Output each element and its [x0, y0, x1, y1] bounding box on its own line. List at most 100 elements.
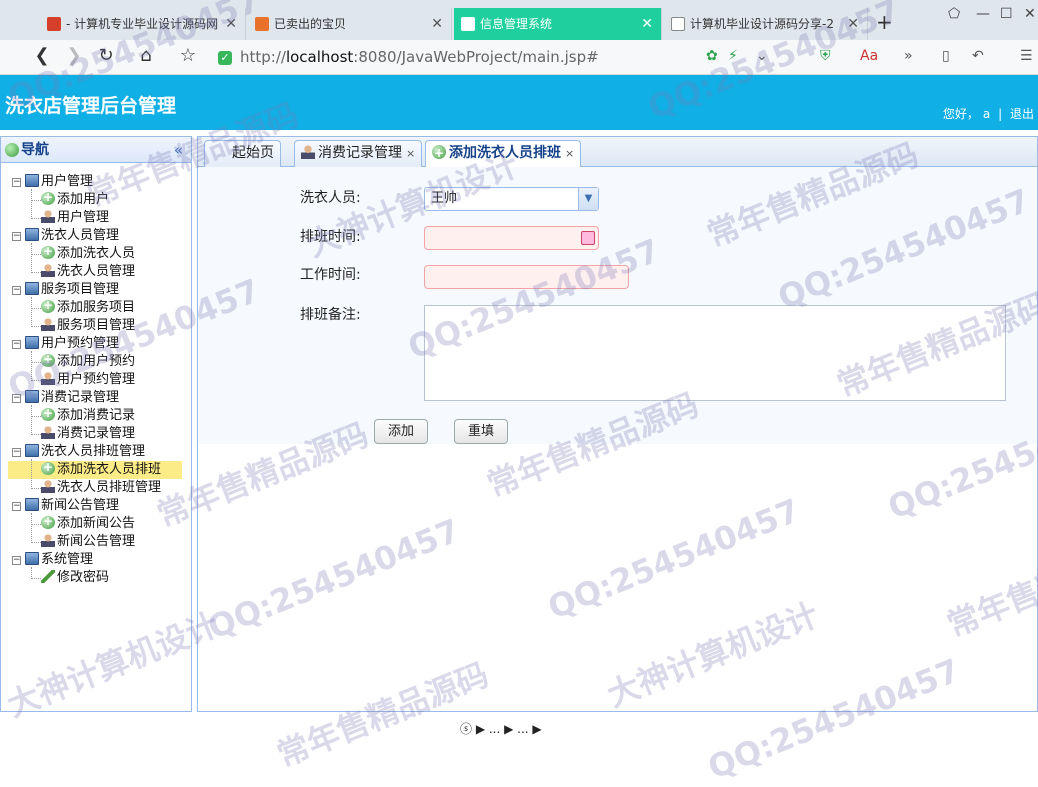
nav-group-label: 洗衣人员排班管理 [41, 444, 146, 459]
nav-item[interactable]: 添加洗衣人员 [41, 242, 135, 263]
tree-expander-icon[interactable]: − [12, 556, 21, 565]
nav-item[interactable]: 添加服务项目 [41, 296, 135, 317]
close-tab-icon[interactable]: ✕ [225, 8, 237, 40]
collapse-nav-button[interactable]: « [174, 137, 183, 163]
separator: | [998, 107, 1003, 121]
minimize-window-button[interactable]: — [976, 6, 990, 22]
url-field[interactable]: ✓ http://localhost:8080/JavaWebProject/ma… [218, 45, 708, 69]
tab-consumption-records[interactable]: 消费记录管理 × [294, 140, 423, 167]
tree-expander-icon[interactable]: − [12, 232, 21, 241]
url-scheme: http:// [240, 48, 286, 66]
add-icon [432, 141, 446, 166]
reading-mode-icon[interactable]: ▯ [942, 48, 950, 64]
nav-item[interactable]: 服务项目管理 [41, 317, 135, 335]
translate-icon[interactable]: Aa [860, 48, 878, 64]
add-button[interactable]: 添加 [374, 419, 428, 444]
maximize-window-button[interactable]: ☐ [1000, 6, 1013, 22]
calendar-icon[interactable] [581, 231, 595, 245]
close-tab-icon[interactable]: ✕ [847, 8, 859, 40]
browser-tab-title: 信息管理系统 [480, 17, 553, 31]
tree-connector [31, 243, 32, 273]
back-icon[interactable]: ❮ [30, 45, 54, 66]
laundry-staff-label: 洗衣人员: [300, 190, 361, 206]
close-tab-icon[interactable]: ✕ [431, 8, 443, 40]
laundry-staff-select[interactable]: 王帅 ▼ [424, 187, 599, 211]
dropdown-chevron-icon[interactable]: ⌄ [756, 48, 768, 64]
more-extensions-icon[interactable]: » [904, 48, 913, 64]
tab-add-schedule[interactable]: 添加洗衣人员排班 × [425, 140, 582, 168]
tree-connector [31, 567, 32, 579]
chevron-down-icon[interactable]: ▼ [578, 188, 598, 210]
browser-tab-1[interactable]: - 计算机专业毕业设计源码网 ✕ [40, 8, 246, 40]
extension-leaf-icon[interactable]: ✿ [706, 48, 718, 64]
tree-expander-icon[interactable]: − [12, 502, 21, 511]
nav-group[interactable]: 新闻公告管理 [25, 497, 119, 515]
extension-shield-icon[interactable]: ⛨ [820, 48, 831, 64]
bookmark-star-icon[interactable]: ☆ [176, 45, 200, 66]
tree-expander-icon[interactable]: − [12, 394, 21, 403]
nav-header: 导航 « [1, 137, 191, 163]
computer-icon [25, 498, 39, 511]
nav-item[interactable]: 用户预约管理 [41, 371, 135, 389]
tree-connector [31, 308, 41, 309]
forward-icon[interactable]: ❯ [62, 45, 86, 66]
nav-item[interactable]: 洗衣人员排班管理 [41, 479, 161, 497]
schedule-time-label: 排班时间: [300, 229, 361, 245]
lightning-icon[interactable]: ⚡ [728, 48, 738, 64]
tab-start-page[interactable]: 起始页 [204, 140, 281, 167]
nav-item[interactable]: 修改密码 [41, 569, 109, 587]
reset-button[interactable]: 重填 [454, 419, 508, 444]
nav-panel: 导航 « −用户管理添加用户用户管理−洗衣人员管理添加洗衣人员洗衣人员管理−服务… [0, 136, 192, 712]
nav-item[interactable]: 消费记录管理 [41, 425, 135, 443]
skin-icon[interactable]: ⬠ [948, 6, 960, 22]
nav-item[interactable]: 添加消费记录 [41, 404, 135, 425]
nav-item[interactable]: 添加新闻公告 [41, 512, 135, 533]
close-tab-icon[interactable]: ✕ [641, 8, 653, 40]
work-time-input[interactable] [424, 265, 629, 289]
nav-item[interactable]: 洗衣人员管理 [41, 263, 135, 281]
tree-connector [31, 513, 32, 543]
menu-icon[interactable]: ☰ [1020, 48, 1033, 64]
tab-label: 起始页 [232, 145, 274, 161]
browser-tab-4[interactable]: 计算机毕业设计源码分享-2 ✕ [664, 8, 868, 40]
close-window-button[interactable]: ✕ [1024, 6, 1036, 22]
nav-item[interactable]: 用户管理 [41, 209, 109, 227]
pen-icon [41, 570, 55, 583]
nav-group[interactable]: 系统管理 [25, 551, 93, 569]
schedule-time-input[interactable] [424, 226, 599, 250]
close-tab-icon[interactable]: × [565, 147, 574, 160]
logout-link[interactable]: 退出 [1010, 107, 1034, 121]
undo-icon[interactable]: ↶ [972, 48, 984, 64]
tree-connector [31, 434, 41, 435]
schedule-form: 洗衣人员: 王帅 ▼ 排班时间: 工作时间: 排班备注: 添加 重填 [198, 167, 1037, 444]
browser-tab-active[interactable]: 信息管理系统 ✕ [454, 8, 662, 40]
tree-expander-icon[interactable]: − [12, 178, 21, 187]
nav-item[interactable]: 添加用户预约 [41, 350, 135, 371]
nav-title: 导航 [21, 142, 49, 158]
nav-group[interactable]: 用户预约管理 [25, 335, 119, 353]
nav-item[interactable]: 添加洗衣人员排班 [8, 458, 182, 479]
nav-group[interactable]: 服务项目管理 [25, 281, 119, 299]
tree-expander-icon[interactable]: − [12, 448, 21, 457]
tree-expander-icon[interactable]: − [12, 286, 21, 295]
tree-expander-icon[interactable]: − [12, 340, 21, 349]
tab-label: 添加洗衣人员排班 [449, 145, 561, 161]
close-tab-icon[interactable]: × [406, 147, 415, 160]
reload-icon[interactable]: ↻ [94, 45, 118, 66]
new-tab-button[interactable]: + [876, 10, 893, 34]
home-icon[interactable]: ⌂ [134, 45, 158, 66]
document-favicon-icon [671, 17, 685, 31]
nav-item[interactable]: 新闻公告管理 [41, 533, 135, 551]
nav-group[interactable]: 消费记录管理 [25, 389, 119, 407]
nav-item[interactable]: 添加用户 [41, 188, 109, 209]
document-favicon-icon [461, 17, 475, 31]
url-path: :8080/JavaWebProject/main.jsp# [353, 48, 599, 66]
browser-tab-2[interactable]: 已卖出的宝贝 ✕ [248, 8, 452, 40]
computer-icon [25, 228, 39, 241]
nav-group[interactable]: 洗衣人员管理 [25, 227, 119, 245]
nav-group-label: 用户预约管理 [41, 336, 120, 351]
nav-group[interactable]: 用户管理 [25, 173, 93, 191]
tab-label: 消费记录管理 [318, 145, 402, 161]
user-icon [41, 210, 55, 223]
note-textarea[interactable] [424, 305, 1006, 401]
